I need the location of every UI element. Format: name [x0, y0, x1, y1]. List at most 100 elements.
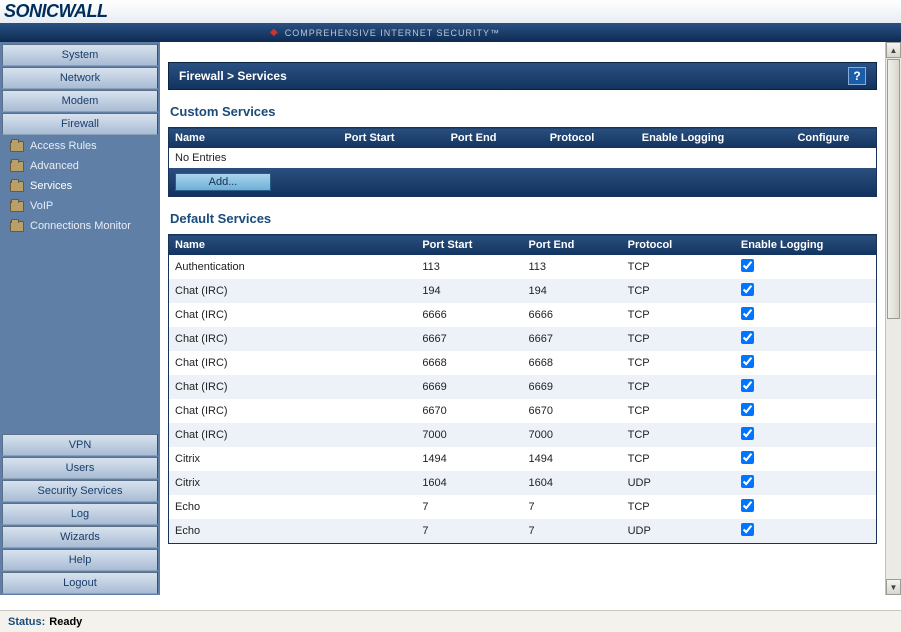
cell-proto: TCP — [622, 375, 735, 399]
cell-enable-logging — [735, 495, 877, 519]
cell-name: Chat (IRC) — [169, 303, 417, 327]
cell-pe: 113 — [523, 255, 622, 279]
cell-name: Chat (IRC) — [169, 375, 417, 399]
cell-pe: 194 — [523, 279, 622, 303]
cell-proto: TCP — [622, 351, 735, 375]
cell-pe: 6667 — [523, 327, 622, 351]
header-top: SONICWALL — [0, 0, 901, 23]
scrollbar-thumb[interactable] — [887, 59, 900, 319]
add-button[interactable]: Add... — [175, 173, 271, 191]
cell-name: Chat (IRC) — [169, 351, 417, 375]
cell-pe: 1494 — [523, 447, 622, 471]
custom-services-title: Custom Services — [170, 104, 877, 119]
enable-logging-checkbox[interactable] — [741, 403, 754, 416]
cell-ps: 6670 — [416, 399, 522, 423]
table-row: Chat (IRC)66706670TCP — [169, 399, 877, 423]
cell-enable-logging — [735, 327, 877, 351]
enable-logging-checkbox[interactable] — [741, 499, 754, 512]
cell-enable-logging — [735, 519, 877, 544]
table-row: Chat (IRC)66686668TCP — [169, 351, 877, 375]
cell-proto: TCP — [622, 303, 735, 327]
sidebar-item-services[interactable]: Services — [0, 176, 160, 196]
cell-pe: 6670 — [523, 399, 622, 423]
nav-button-modem[interactable]: Modem — [2, 90, 158, 112]
nav-button-wizards[interactable]: Wizards — [2, 526, 158, 548]
nav-button-vpn[interactable]: VPN — [2, 434, 158, 456]
cell-enable-logging — [735, 375, 877, 399]
cell-ps: 6666 — [416, 303, 522, 327]
sidebar: SystemNetworkModemFirewall Access RulesA… — [0, 42, 160, 595]
table-row: Chat (IRC)66676667TCP — [169, 327, 877, 351]
column-header: Name — [169, 235, 417, 256]
column-header: Enable Logging — [735, 235, 877, 256]
content-area: Firewall > Services ? Custom Services Na… — [160, 42, 901, 595]
enable-logging-checkbox[interactable] — [741, 427, 754, 440]
column-header: Enable Logging — [636, 128, 792, 149]
cell-ps: 6667 — [416, 327, 522, 351]
cell-proto: UDP — [622, 519, 735, 544]
enable-logging-checkbox[interactable] — [741, 259, 754, 272]
default-services-title: Default Services — [170, 211, 877, 226]
sidebar-item-advanced[interactable]: Advanced — [0, 156, 160, 176]
cell-name: Chat (IRC) — [169, 327, 417, 351]
table-row: Citrix16041604UDP — [169, 471, 877, 495]
help-button[interactable]: ? — [848, 67, 866, 85]
enable-logging-checkbox[interactable] — [741, 523, 754, 536]
cell-proto: TCP — [622, 279, 735, 303]
cell-enable-logging — [735, 279, 877, 303]
cell-name: Chat (IRC) — [169, 279, 417, 303]
nav-button-logout[interactable]: Logout — [2, 572, 158, 594]
default-services-table: NamePort StartPort EndProtocolEnable Log… — [168, 234, 877, 544]
cell-pe: 1604 — [523, 471, 622, 495]
cell-name: Chat (IRC) — [169, 423, 417, 447]
nav-button-network[interactable]: Network — [2, 67, 158, 89]
folder-icon — [10, 221, 24, 232]
cell-enable-logging — [735, 351, 877, 375]
sidebar-item-connections-monitor[interactable]: Connections Monitor — [0, 216, 160, 236]
folder-icon — [10, 201, 24, 212]
folder-icon — [10, 141, 24, 152]
nav-button-firewall[interactable]: Firewall — [2, 113, 158, 135]
breadcrumb: Firewall > Services — [179, 69, 287, 83]
enable-logging-checkbox[interactable] — [741, 451, 754, 464]
column-header: Port End — [445, 128, 544, 149]
tagline-bullet-icon: ◆ — [270, 27, 279, 38]
cell-pe: 6668 — [523, 351, 622, 375]
cell-pe: 7 — [523, 495, 622, 519]
nav-button-users[interactable]: Users — [2, 457, 158, 479]
column-header: Protocol — [622, 235, 735, 256]
cell-ps: 1604 — [416, 471, 522, 495]
status-value: Ready — [49, 616, 82, 628]
table-row: Chat (IRC)66696669TCP — [169, 375, 877, 399]
column-header: Configure — [791, 128, 876, 149]
sidebar-item-voip[interactable]: VoIP — [0, 196, 160, 216]
cell-enable-logging — [735, 303, 877, 327]
vertical-scrollbar[interactable]: ▲ ▼ — [885, 42, 901, 595]
nav-button-help[interactable]: Help — [2, 549, 158, 571]
scroll-down-icon[interactable]: ▼ — [886, 579, 901, 595]
enable-logging-checkbox[interactable] — [741, 283, 754, 296]
nav-button-security-services[interactable]: Security Services — [2, 480, 158, 502]
sidebar-item-label: Services — [30, 180, 72, 192]
cell-name: Citrix — [169, 447, 417, 471]
column-header: Protocol — [544, 128, 636, 149]
cell-enable-logging — [735, 447, 877, 471]
enable-logging-checkbox[interactable] — [741, 379, 754, 392]
enable-logging-checkbox[interactable] — [741, 475, 754, 488]
cell-name: Citrix — [169, 471, 417, 495]
enable-logging-checkbox[interactable] — [741, 331, 754, 344]
sidebar-item-label: VoIP — [30, 200, 53, 212]
enable-logging-checkbox[interactable] — [741, 307, 754, 320]
custom-services-table: NamePort StartPort EndProtocolEnable Log… — [168, 127, 877, 197]
nav-button-log[interactable]: Log — [2, 503, 158, 525]
table-row: Chat (IRC)70007000TCP — [169, 423, 877, 447]
status-label: Status: — [8, 616, 45, 628]
cell-name: Authentication — [169, 255, 417, 279]
enable-logging-checkbox[interactable] — [741, 355, 754, 368]
sidebar-item-access-rules[interactable]: Access Rules — [0, 136, 160, 156]
table-row: Echo77UDP — [169, 519, 877, 544]
cell-ps: 6668 — [416, 351, 522, 375]
nav-button-system[interactable]: System — [2, 44, 158, 66]
cell-pe: 6666 — [523, 303, 622, 327]
scroll-up-icon[interactable]: ▲ — [886, 42, 901, 58]
